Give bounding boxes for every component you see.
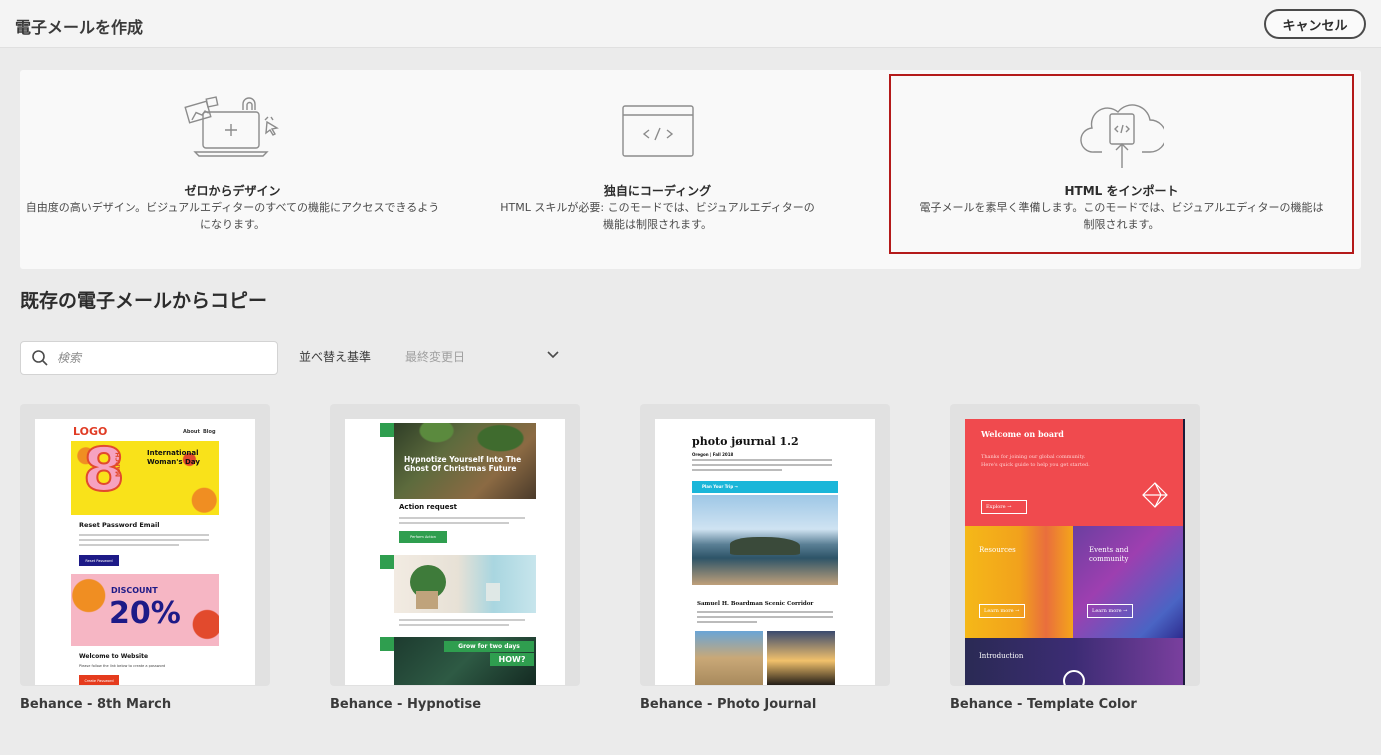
preview-title: Welcome on board xyxy=(981,429,1064,439)
preview-hero-text: Hypnotize Yourself Into The Ghost Of Chr… xyxy=(404,455,522,473)
preview-promo-line: HOW? xyxy=(490,653,534,666)
template-name: Behance - Hypnotise xyxy=(330,697,482,712)
preview-hero: Hypnotize Yourself Into The Ghost Of Chr… xyxy=(394,423,536,499)
preview-button: Reset Password xyxy=(79,555,119,566)
preview-banner: Plan Your Trip → xyxy=(692,481,838,493)
preview-discount-label: DISCOUNT xyxy=(111,586,158,595)
preview-marker xyxy=(380,555,394,569)
template-card[interactable]: Welcome on board Thanks for joining our … xyxy=(950,404,1200,686)
dialog-header: 電子メールを作成 キャンセル xyxy=(0,0,1381,48)
template-card[interactable]: LOGO About Blog 8 MARCH International Wo… xyxy=(20,404,270,686)
preview-image xyxy=(767,631,835,685)
preview-header: Welcome on board Thanks for joining our … xyxy=(965,419,1183,526)
option-design-from-scratch[interactable]: ゼロからデザイン 自由度の高いデザイン。ビジュアルエディターのすべての機能にアク… xyxy=(20,70,445,269)
preview-text: Please follow the link below to create a… xyxy=(79,664,166,668)
option-description: HTML スキルが必要: このモードでは、ビジュアルエディターの機能は制限されま… xyxy=(500,201,815,231)
cloud-upload-code-icon xyxy=(1079,104,1164,168)
option-description: 自由度の高いデザイン。ビジュアルエディターのすべての機能にアクセスできるようにな… xyxy=(25,201,440,231)
preview-marker xyxy=(380,637,394,651)
creation-options-panel: ゼロからデザイン 自由度の高いデザイン。ビジュアルエディターのすべての機能にアク… xyxy=(20,70,1361,269)
sort-value: 最終変更日 xyxy=(405,350,466,364)
preview-nav-item: Blog xyxy=(203,429,216,435)
design-canvas-icon xyxy=(183,96,279,157)
geometric-logo-icon xyxy=(1142,482,1168,508)
search-box[interactable] xyxy=(20,341,278,375)
template-preview: photo jøurnal 1.2 Oregon | Fall 2018 Pla… xyxy=(655,419,875,685)
preview-title: photo jøurnal 1.2 xyxy=(692,435,799,448)
preview-text: Thanks for joining our global community.… xyxy=(981,454,1090,468)
preview-banner-text: Plan Your Trip → xyxy=(702,484,738,489)
sort-label: 並べ替え基準 xyxy=(299,350,372,364)
preview-tile: Resources Learn more → xyxy=(965,526,1073,638)
preview-section-title: Action request xyxy=(399,503,457,511)
preview-discount-value: 20% xyxy=(109,596,181,631)
preview-promo-line: Grow for two days xyxy=(444,641,534,652)
option-code-your-own[interactable]: 独自にコーディング HTML スキルが必要: このモードでは、ビジュアルエディタ… xyxy=(445,70,870,269)
option-description: 電子メールを素早く準備します。このモードでは、ビジュアルエディターの機能は制限さ… xyxy=(919,201,1324,231)
preview-image xyxy=(692,495,838,585)
option-title: 独自にコーディング xyxy=(603,184,712,198)
cancel-button[interactable]: キャンセル xyxy=(1264,9,1366,39)
chevron-down-icon xyxy=(547,351,559,359)
sort-dropdown[interactable]: 最終変更日 xyxy=(405,343,565,369)
preview-button: Create Password xyxy=(79,675,119,685)
preview-button: Perform Action xyxy=(399,531,447,543)
preview-tile-title: Events and community xyxy=(1089,546,1129,563)
preview-tile-title: Introduction xyxy=(979,652,1024,660)
preview-hero-text: International Woman's Day xyxy=(147,449,200,466)
preview-section-title: Welcome to Website xyxy=(79,653,149,660)
expand-icon xyxy=(380,423,394,437)
preview-tile: Events and community Learn more → xyxy=(1073,526,1183,638)
preview-promo: Grow for two days HOW? xyxy=(394,637,536,685)
preview-image xyxy=(695,631,763,685)
preview-tile: Introduction xyxy=(965,638,1183,685)
template-card[interactable]: Hypnotize Yourself Into The Ghost Of Chr… xyxy=(330,404,580,686)
template-preview: Hypnotize Yourself Into The Ghost Of Chr… xyxy=(345,419,565,685)
template-preview: Welcome on board Thanks for joining our … xyxy=(965,419,1185,685)
preview-hero-month: MARCH xyxy=(115,452,122,477)
search-input[interactable] xyxy=(57,348,267,368)
preview-image xyxy=(394,555,536,613)
option-import-html[interactable]: HTML をインポート 電子メールを素早く準備します。このモードでは、ビジュアル… xyxy=(889,74,1354,254)
option-title: HTML をインポート xyxy=(1064,184,1179,198)
page-title: 電子メールを作成 xyxy=(15,18,144,37)
preview-hero: 8 MARCH International Woman's Day xyxy=(71,441,219,515)
template-name: Behance - Template Color xyxy=(950,697,1137,712)
preview-section-title: Reset Password Email xyxy=(79,521,160,529)
preview-logo: LOGO xyxy=(73,425,108,438)
template-name: Behance - Photo Journal xyxy=(640,697,817,712)
option-title: ゼロからデザイン xyxy=(184,184,281,198)
template-card[interactable]: photo jøurnal 1.2 Oregon | Fall 2018 Pla… xyxy=(640,404,890,686)
preview-subtitle: Oregon | Fall 2018 xyxy=(692,452,734,457)
code-window-icon xyxy=(621,105,694,157)
section-title: 既存の電子メールからコピー xyxy=(20,290,268,312)
preview-discount-banner: DISCOUNT 20% xyxy=(71,574,219,646)
preview-button: Learn more → xyxy=(979,604,1025,618)
template-preview: LOGO About Blog 8 MARCH International Wo… xyxy=(35,419,255,685)
preview-nav-item: About xyxy=(183,429,200,435)
preview-button: Learn more → xyxy=(1087,604,1133,618)
search-icon xyxy=(32,350,48,366)
preview-section-title: Samuel H. Boardman Scenic Corridor xyxy=(697,601,814,607)
template-name: Behance - 8th March xyxy=(20,697,172,712)
preview-tile-title: Resources xyxy=(979,546,1016,554)
preview-button: Explore → xyxy=(981,500,1027,514)
play-icon xyxy=(1063,670,1085,685)
